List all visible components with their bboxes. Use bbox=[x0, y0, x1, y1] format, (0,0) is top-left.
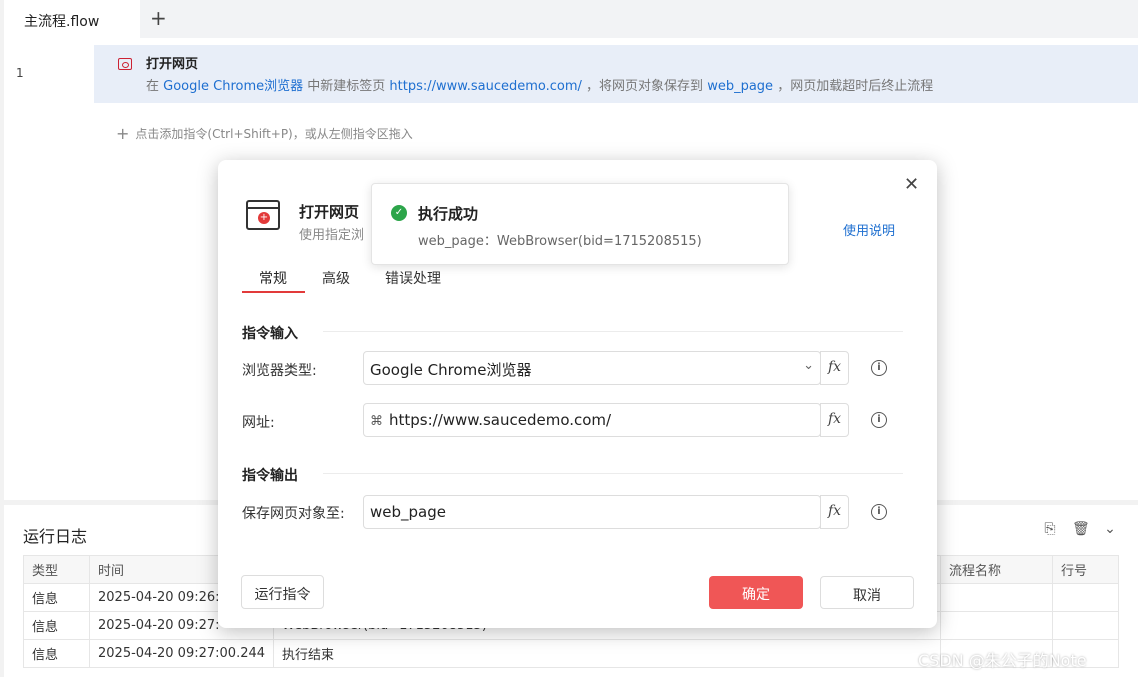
help-link[interactable]: 使用说明 bbox=[843, 220, 895, 239]
step-var-link: web_page bbox=[707, 79, 774, 94]
flow-step-open-page[interactable]: 打开网页 在 Google Chrome浏览器 中新建标签页 https://w… bbox=[94, 45, 1138, 103]
info-icon[interactable]: i bbox=[871, 504, 887, 520]
close-icon[interactable]: ✕ bbox=[904, 174, 919, 195]
cancel-button[interactable]: 取消 bbox=[820, 576, 914, 609]
info-icon[interactable]: i bbox=[871, 412, 887, 428]
divider bbox=[323, 473, 903, 474]
export-icon[interactable]: ⎘ bbox=[1042, 521, 1058, 537]
active-tab-indicator bbox=[242, 291, 305, 293]
step-description: 在 Google Chrome浏览器 中新建标签页 https://www.sa… bbox=[146, 75, 933, 94]
trash-icon[interactable]: 🗑 bbox=[1072, 521, 1090, 537]
tab-bar: 主流程.flow + bbox=[4, 0, 1138, 38]
cell-type: 信息 bbox=[23, 639, 90, 668]
add-instruction-hint[interactable]: + 点击添加指令(Ctrl+Shift+P)，或从左侧指令区拖入 bbox=[116, 124, 413, 143]
divider bbox=[323, 331, 903, 332]
fx-button[interactable]: fx bbox=[820, 403, 849, 437]
line-number: 1 bbox=[16, 66, 24, 80]
step-desc-mid2: ，将网页对象保存到 bbox=[586, 79, 704, 94]
save-to-label: 保存网页对象至: bbox=[242, 506, 345, 522]
chevron-down-icon: ⌄ bbox=[803, 358, 814, 373]
col-line: 行号 bbox=[1052, 555, 1119, 584]
cell-line bbox=[1052, 583, 1119, 612]
section-output-title: 指令输出 bbox=[242, 468, 298, 484]
browser-type-select[interactable]: Google Chrome浏览器 ⌄ bbox=[363, 351, 821, 385]
cell-flow bbox=[940, 611, 1053, 640]
info-icon[interactable]: i bbox=[871, 360, 887, 376]
log-title: 运行日志 bbox=[23, 527, 88, 546]
url-input[interactable]: ⌘ https://www.saucedemo.com/ bbox=[363, 403, 821, 437]
step-url-link: https://www.saucedemo.com/ bbox=[389, 79, 582, 94]
fx-button[interactable]: fx bbox=[820, 495, 849, 529]
step-title: 打开网页 bbox=[146, 57, 199, 72]
save-to-value: web_page bbox=[370, 503, 446, 521]
chevron-down-icon[interactable]: ⌄ bbox=[1102, 521, 1118, 537]
col-type: 类型 bbox=[23, 555, 90, 584]
dialog-title: 打开网页 bbox=[299, 203, 360, 221]
toast-message: web_page：WebBrowser(bid=1715208515) bbox=[418, 234, 702, 249]
save-to-input[interactable]: web_page bbox=[363, 495, 821, 529]
browser-icon bbox=[118, 58, 132, 70]
python-icon: ⌘ bbox=[370, 414, 383, 429]
ok-button[interactable]: 确定 bbox=[709, 576, 803, 609]
success-toast: ✓ 执行成功 web_page：WebBrowser(bid=171520851… bbox=[371, 183, 789, 265]
tab-general[interactable]: 常规 bbox=[259, 268, 287, 288]
log-toolbar: ⎘ 🗑 ⌄ bbox=[1028, 521, 1118, 537]
fx-button[interactable]: fx bbox=[820, 351, 849, 385]
cell-flow bbox=[940, 583, 1053, 612]
url-label: 网址: bbox=[242, 415, 275, 431]
cell-message: 执行结束 bbox=[273, 639, 941, 668]
cell-time: 2025-04-20 09:27:00.244 bbox=[88, 639, 275, 668]
browser-type-label: 浏览器类型: bbox=[242, 363, 317, 379]
add-hint-text: 点击添加指令(Ctrl+Shift+P)，或从左侧指令区拖入 bbox=[135, 127, 413, 141]
browser-type-value: Google Chrome浏览器 bbox=[370, 361, 532, 379]
tab-error-handling[interactable]: 错误处理 bbox=[385, 268, 441, 288]
step-desc-suffix: ，网页加载超时后终止流程 bbox=[777, 79, 934, 94]
step-desc-mid: 中新建标签页 bbox=[307, 79, 386, 94]
url-value: https://www.saucedemo.com/ bbox=[389, 411, 612, 429]
section-input-title: 指令输入 bbox=[242, 326, 298, 342]
watermark: CSDN @朱公子的Note bbox=[918, 651, 1087, 670]
cell-type: 信息 bbox=[23, 611, 90, 640]
tab-main-flow[interactable]: 主流程.flow bbox=[4, 0, 140, 38]
step-browser-link: Google Chrome浏览器 bbox=[163, 79, 304, 94]
dialog-subtitle: 使用指定浏 bbox=[299, 228, 365, 243]
col-flow-name: 流程名称 bbox=[940, 555, 1053, 584]
cell-line bbox=[1052, 611, 1119, 640]
toast-title: 执行成功 bbox=[418, 205, 479, 223]
run-instruction-button[interactable]: 运行指令 bbox=[241, 575, 324, 609]
tab-advanced[interactable]: 高级 bbox=[322, 268, 350, 288]
browser-icon: + bbox=[246, 200, 280, 230]
step-desc-prefix: 在 bbox=[146, 79, 160, 94]
add-tab-button[interactable]: + bbox=[150, 6, 167, 30]
cell-type: 信息 bbox=[23, 583, 90, 612]
plus-icon: + bbox=[116, 124, 130, 143]
check-circle-icon: ✓ bbox=[391, 205, 407, 221]
